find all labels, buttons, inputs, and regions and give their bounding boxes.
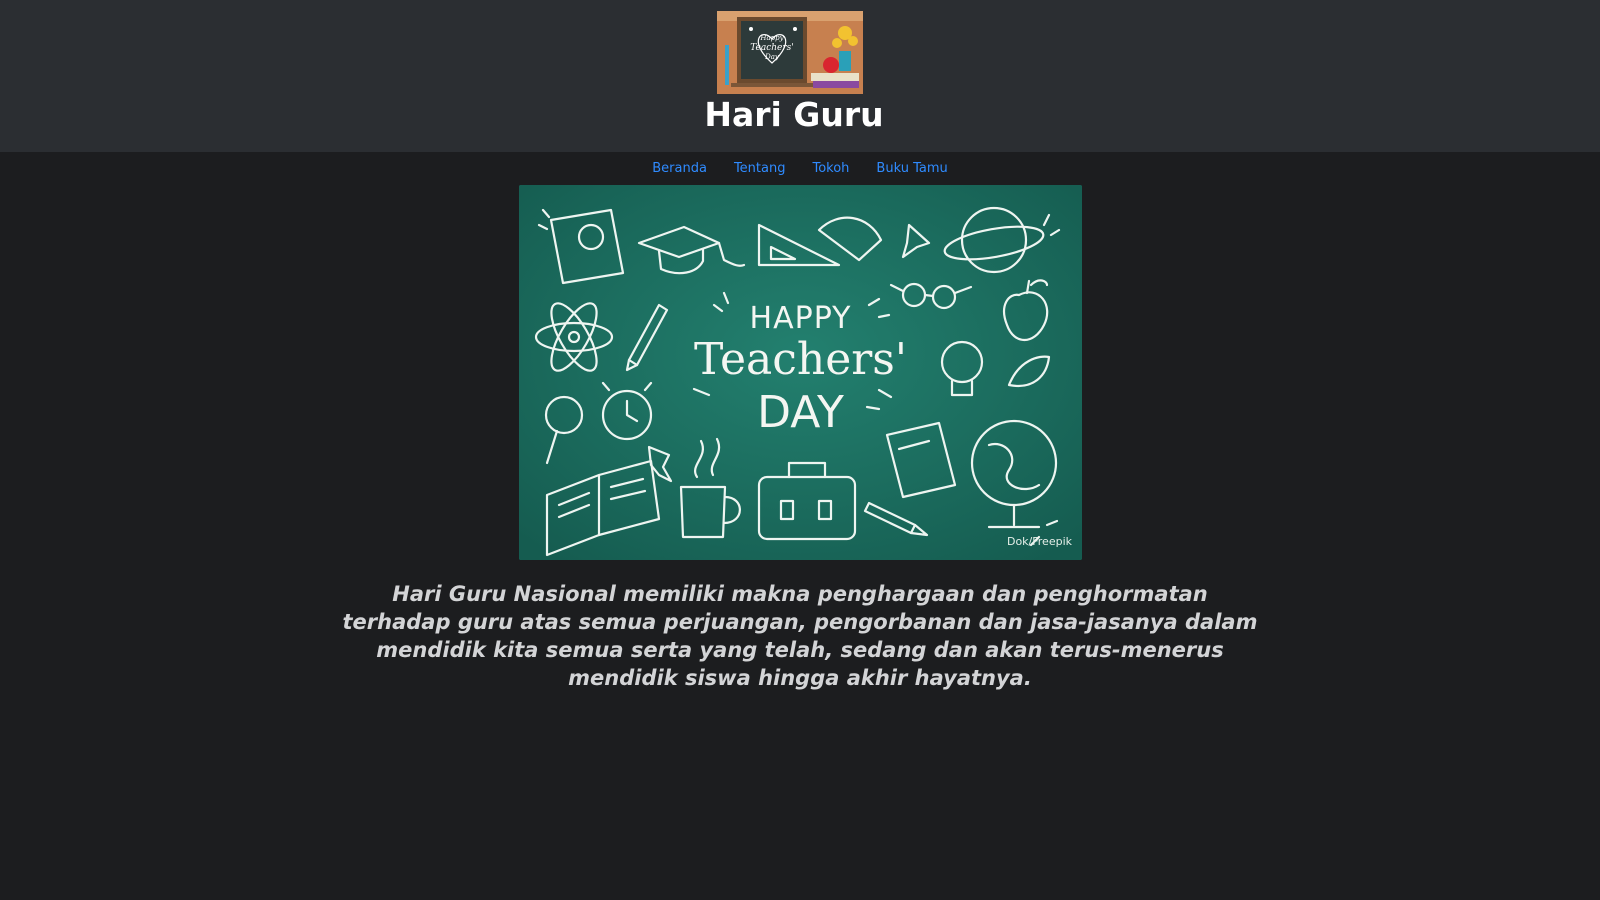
main-nav: Beranda Tentang Tokoh Buku Tamu [0, 158, 1600, 180]
nav-link-buku-tamu[interactable]: Buku Tamu [876, 158, 947, 180]
site-header: Happy Teachers' Day Hari Guru [0, 0, 1600, 152]
nav-link-beranda[interactable]: Beranda [652, 158, 707, 180]
quote-paragraph: Hari Guru Nasional memiliki makna pengha… [342, 582, 1258, 690]
svg-text:Day: Day [764, 53, 780, 61]
teachers-day-logo: Happy Teachers' Day [717, 11, 863, 94]
nav-link-tokoh[interactable]: Tokoh [812, 158, 849, 180]
page-title: Hari Guru [704, 95, 884, 134]
teachers-day-hero-image: HAPPY Teachers' DAY Dok/Freepik [519, 185, 1082, 560]
svg-text:Happy: Happy [759, 34, 784, 42]
svg-text:Teachers': Teachers' [750, 43, 794, 53]
chalkboard-logo-icon: Happy Teachers' Day [717, 11, 863, 94]
hero-line-day: DAY [757, 387, 844, 438]
hero-line-happy: HAPPY [749, 301, 852, 336]
hero-line-teachers: Teachers' [694, 334, 907, 385]
image-credit: Dok/Freepik [1006, 535, 1072, 548]
nav-link-tentang[interactable]: Tentang [734, 158, 786, 180]
